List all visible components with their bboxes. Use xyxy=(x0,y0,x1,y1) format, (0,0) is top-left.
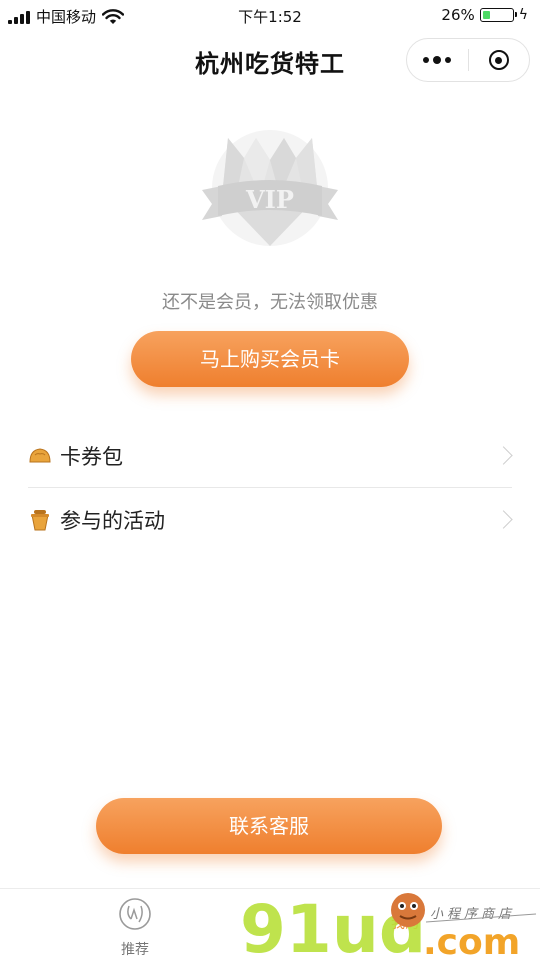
not-member-message: 还不是会员，无法领取优惠 xyxy=(162,292,378,313)
battery-fill xyxy=(482,11,490,19)
close-target-icon xyxy=(488,50,509,70)
battery-percent: 26% xyxy=(441,6,475,24)
menu-label-coupons: 卡券包 xyxy=(60,445,123,469)
nav-bar: 杭州吃货特工 xyxy=(0,30,540,88)
charging-icon: ϟ xyxy=(518,7,528,23)
status-right: 26% ϟ xyxy=(441,6,528,24)
menu-capsule xyxy=(406,38,530,82)
buy-membership-button[interactable]: 马上购买会员卡 xyxy=(131,331,409,387)
tab-label-recommend: 推荐 xyxy=(121,942,149,958)
tab-bar: 推荐 我的 xyxy=(0,888,540,961)
menu-item-activities[interactable]: 参与的活动 xyxy=(28,489,513,551)
tab-recommend[interactable]: 推荐 xyxy=(95,897,175,959)
pot-icon xyxy=(31,510,49,531)
contact-service-button[interactable]: 联系客服 xyxy=(96,798,442,854)
battery-icon xyxy=(479,8,517,22)
menu-item-coupons[interactable]: 卡券包 xyxy=(28,425,513,487)
status-bar: 中国移动 下午1:52 26% ϟ xyxy=(0,0,540,30)
menu-label-activities: 参与的活动 xyxy=(60,509,165,533)
chevron-right-icon xyxy=(494,510,513,529)
recommend-icon xyxy=(119,898,151,930)
chevron-right-icon xyxy=(494,446,513,465)
tab-label-mine: 我的 xyxy=(391,916,419,932)
bun-icon xyxy=(29,448,51,463)
tab-mine[interactable]: 我的 xyxy=(365,897,445,933)
vip-emblem-icon: VIP xyxy=(202,130,338,246)
menu-divider xyxy=(28,487,512,488)
close-button[interactable] xyxy=(469,39,530,81)
more-button[interactable] xyxy=(407,39,468,81)
more-icon xyxy=(423,57,430,63)
vip-badge-text: VIP xyxy=(245,185,294,214)
